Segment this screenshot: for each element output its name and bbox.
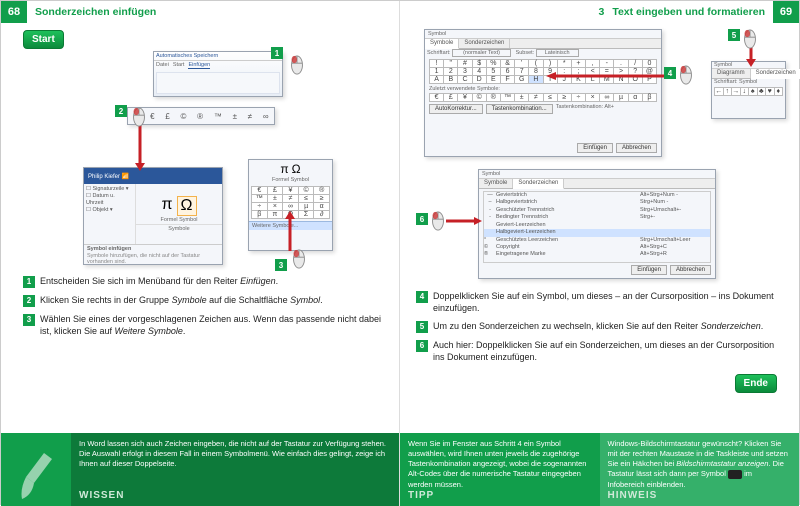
step-2: 2 Klicken Sie rechts in der Gruppe Symbo… (23, 294, 383, 307)
screenshot-symbol-row: Ω€£©®™±≠∞ (127, 107, 275, 125)
arrow-icon (446, 217, 482, 225)
panel-tab-special: Sonderzeichen (751, 69, 800, 79)
step-1: 1 Entscheiden Sie sich im Menüband für d… (23, 275, 383, 288)
band-wissen: In Word lassen sich auch Zeichen eingebe… (71, 433, 399, 506)
panel-tab-diagram: Diagramm (712, 69, 751, 78)
keyboard-icon (728, 470, 742, 479)
page-69: 3 Text eingeben und formatieren 69 Symbo… (400, 1, 799, 506)
step-3: 3 Wählen Sie eines der vorgeschlagenen Z… (23, 313, 383, 337)
band-brush-icon (1, 433, 71, 506)
arrow-icon (285, 211, 295, 251)
band-hinweis-label: HINWEIS (608, 489, 658, 503)
screenshot-special-panel: Symbol DiagrammSonderzeichen Schriftart:… (711, 61, 786, 119)
book-spread: 68 Sonderzeichen einfügen Start Automati… (0, 0, 800, 505)
steps-left: 1 Entscheiden Sie sich im Menüband für d… (23, 275, 383, 337)
group-label-symbole: Symbole (136, 224, 222, 233)
step-num: 6 (416, 340, 428, 352)
screenshot-ribbon: Automatisches Speichern Datei Start Einf… (153, 51, 283, 97)
illustration-area-right: Symbol Symbole Sonderzeichen Schriftart:… (416, 29, 777, 284)
dialog-btn-shortcut: Tastenkombination... (486, 104, 553, 114)
page-68: 68 Sonderzeichen einfügen Start Automati… (1, 1, 400, 506)
end-badge: Ende (735, 374, 777, 393)
ribbon-tab-insert: Einfügen (188, 62, 210, 69)
chapter-title: Text eingeben und formatieren (612, 6, 773, 18)
step-num: 5 (416, 321, 428, 333)
dialog-title: Symbol (425, 30, 661, 39)
band-hinweis: Windows-Bildschirmtastatur gewünscht? Kl… (600, 433, 800, 506)
callout-3: 3 (275, 259, 287, 271)
band-tipp-text: Wenn Sie im Fenster aus Schritt 4 ein Sy… (408, 439, 592, 490)
mouse-icon (291, 249, 307, 269)
band-tipp: Wenn Sie im Fenster aus Schritt 4 ein Sy… (400, 433, 600, 506)
mouse-icon (742, 29, 758, 49)
menu-header: Symbol einfügen (84, 244, 222, 253)
ribbon-autosave-label: Automatisches Speichern (154, 52, 282, 61)
dialog-tab-special: Sonderzeichen (459, 39, 510, 48)
chapter-number: 3 (598, 6, 612, 18)
page-number: 68 (1, 1, 27, 23)
dialog-recent-label: Zuletzt verwendete Symbole: (425, 86, 661, 92)
callout-5: 5 (728, 29, 740, 41)
arrow-icon (546, 72, 664, 80)
step-num: 1 (23, 276, 35, 288)
start-badge: Start (23, 30, 64, 49)
step-num: 3 (23, 314, 35, 326)
step-num: 2 (23, 295, 35, 307)
content-right: Symbol Symbole Sonderzeichen Schriftart:… (400, 23, 799, 433)
page-title: Sonderzeichen einfügen (27, 6, 156, 18)
bottom-band-left: In Word lassen sich auch Zeichen eingebe… (1, 433, 399, 506)
band-wissen-text: In Word lassen sich auch Zeichen eingebe… (79, 439, 391, 469)
ribbon-tab-file: Datei (156, 62, 169, 69)
step-num: 4 (416, 291, 428, 303)
mouse-icon (678, 65, 694, 85)
page-number: 69 (773, 1, 799, 23)
content-left: Start Automatisches Speichern Datei Star… (1, 23, 399, 433)
mouse-icon (289, 55, 305, 75)
callout-2: 2 (115, 105, 127, 117)
page-header-right: 3 Text eingeben und formatieren 69 (400, 1, 799, 23)
callout-6: 6 (416, 213, 428, 225)
step-6: 6 Auch hier: Doppelklicken Sie auf ein S… (416, 339, 777, 363)
illustration-area-left: Automatisches Speichern Datei Start Einf… (23, 49, 383, 269)
page-header-left: 68 Sonderzeichen einfügen (1, 1, 399, 23)
band-hinweis-text: Windows-Bildschirmtastatur gewünscht? Kl… (608, 439, 792, 490)
arrow-icon (135, 123, 145, 171)
band-wissen-label: WISSEN (79, 489, 124, 503)
dialog-btn-insert: Einfügen (577, 143, 613, 153)
callout-1: 1 (271, 47, 283, 59)
dialog-btn-cancel: Abbrechen (616, 143, 657, 153)
dialog-title: Symbol (479, 170, 715, 179)
screenshot-symbol-menu: Philip Kiefer 📶 ☐ Signaturzeile ▾☐ Datum… (83, 167, 223, 265)
step-5: 5 Um zu den Sonderzeichen zu wechseln, k… (416, 320, 777, 333)
callout-4: 4 (664, 67, 676, 79)
mouse-icon (430, 211, 446, 231)
mouse-icon (131, 107, 147, 127)
menu-titlebar: Philip Kiefer 📶 (84, 168, 222, 184)
step-4: 4 Doppelklicken Sie auf ein Symbol, um d… (416, 290, 777, 314)
dialog-btn-autocorrect: AutoKorrektur... (429, 104, 483, 114)
screenshot-special-dialog: Symbol SymboleSonderzeichen —Geviertstri… (478, 169, 716, 279)
bottom-band-right: Wenn Sie im Fenster aus Schritt 4 ein Sy… (400, 433, 799, 506)
ribbon-tab-start: Start (173, 62, 185, 69)
band-tipp-label: TIPP (408, 489, 434, 503)
screenshot-symbol-dialog: Symbol Symbole Sonderzeichen Schriftart:… (424, 29, 662, 157)
dialog-tab-symbols: Symbole (425, 39, 459, 49)
steps-right: 4 Doppelklicken Sie auf ein Symbol, um d… (416, 290, 777, 364)
